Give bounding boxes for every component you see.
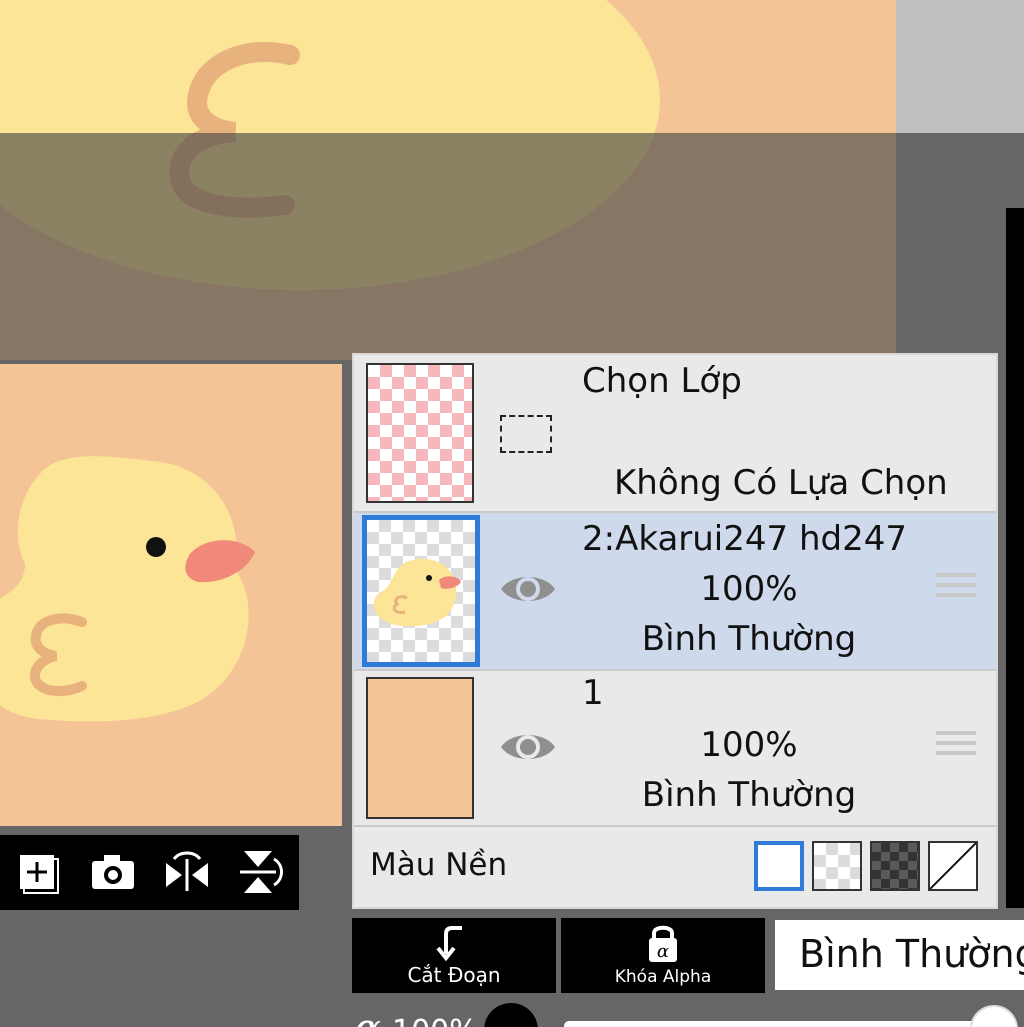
layer-toolbar [0, 835, 299, 910]
layer-thumbnail [362, 515, 480, 667]
background-color-label: Màu Nền [370, 847, 508, 883]
canvas-preview[interactable] [0, 364, 342, 826]
layer-opacity: 100% [700, 725, 798, 765]
canvas-outside-area [896, 0, 1024, 133]
opacity-value: 100% [392, 1015, 478, 1027]
opacity-slider-track[interactable] [564, 1021, 994, 1027]
background-transparent-dark-swatch[interactable] [870, 841, 920, 891]
selection-layer-row[interactable]: Chọn Lớp Không Có Lựa Chọn [354, 355, 996, 511]
flip-horizontal-icon[interactable] [160, 845, 214, 899]
duck-illustration [0, 456, 255, 722]
drag-handle-icon[interactable] [936, 731, 976, 765]
opacity-slider-thumb[interactable] [970, 1005, 1018, 1027]
layer-opacity: 100% [700, 569, 798, 609]
layer-name: 2:Akarui247 hd247 [582, 519, 907, 559]
layer-blend-mode: Bình Thường [641, 619, 857, 659]
opacity-decrease-button[interactable] [484, 1003, 538, 1027]
background-color-row: Màu Nền [354, 827, 996, 907]
panel-dim-overlay [0, 133, 896, 360]
clip-arrow-icon [436, 926, 462, 962]
opacity-row: α 100% [352, 1003, 1024, 1027]
clip-button[interactable]: Cắt Đoạn [352, 918, 556, 993]
selection-layer-thumbnail [366, 363, 474, 503]
background-none-swatch[interactable] [928, 841, 978, 891]
marquee-selection-icon [500, 415, 552, 453]
visibility-eye-icon[interactable] [498, 569, 558, 609]
right-edge-bar [1006, 208, 1024, 908]
layer-thumbnail [366, 677, 474, 819]
alpha-symbol: α [354, 1009, 381, 1027]
camera-icon[interactable] [86, 845, 140, 899]
clip-label: Cắt Đoạn [407, 963, 501, 987]
layer-panel: Chọn Lớp Không Có Lựa Chọn 2:Akarui247 h… [352, 353, 998, 909]
selection-status: Không Có Lựa Chọn [614, 463, 948, 503]
background-swatches [754, 841, 994, 893]
flip-vertical-icon[interactable] [234, 845, 288, 899]
drag-handle-icon[interactable] [936, 573, 976, 607]
layer-name: 1 [582, 673, 604, 713]
blend-mode-select[interactable]: Bình Thường [775, 920, 1024, 990]
add-layer-icon[interactable] [12, 845, 66, 899]
svg-text:α: α [657, 941, 669, 962]
background-transparent-light-swatch[interactable] [812, 841, 862, 891]
selection-layer-title: Chọn Lớp [582, 361, 742, 401]
layer-row-1[interactable]: 1 100% Bình Thường [354, 671, 996, 825]
alpha-lock-label: Khóa Alpha [614, 967, 712, 987]
blend-mode-value: Bình Thường [799, 932, 1024, 976]
background-white-swatch[interactable] [754, 841, 804, 891]
layer-row-2[interactable]: 2:Akarui247 hd247 100% Bình Thường [354, 513, 996, 669]
alpha-lock-icon: α [649, 925, 677, 962]
visibility-eye-icon[interactable] [498, 727, 558, 767]
alpha-lock-button[interactable]: α Khóa Alpha [561, 918, 765, 993]
layer-blend-mode: Bình Thường [641, 775, 857, 815]
